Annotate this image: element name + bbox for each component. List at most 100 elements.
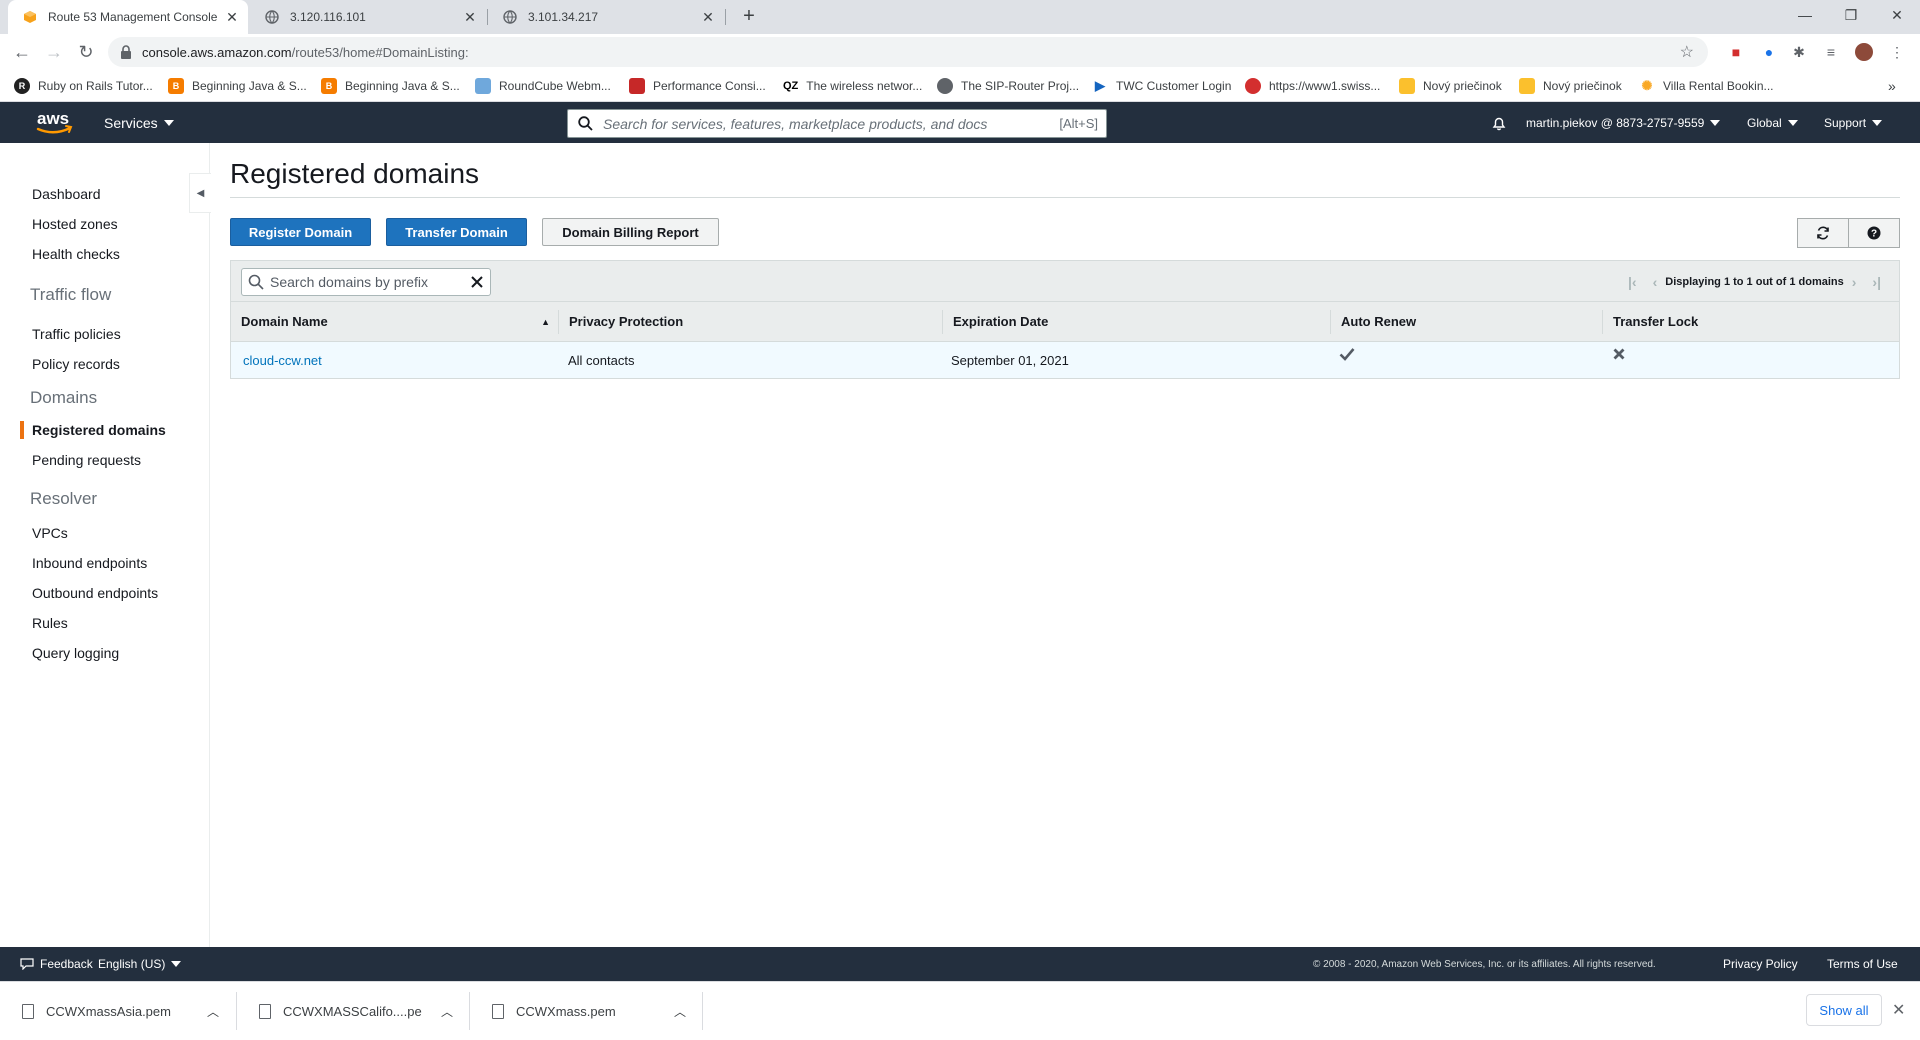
bookmark-item[interactable]: Performance Consi... (629, 70, 766, 102)
tab-ip-1[interactable]: 3.120.116.101 ✕ (250, 0, 486, 34)
minimize-icon[interactable]: — (1782, 0, 1828, 30)
sidebar-item-pending-requests[interactable]: Pending requests (32, 452, 141, 468)
close-downloads-icon[interactable]: ✕ (1892, 1000, 1905, 1020)
refresh-button[interactable] (1797, 218, 1849, 248)
account-menu[interactable]: martin.piekov @ 8873-2757-9559 (1526, 102, 1721, 143)
bookmark-item[interactable]: The SIP-Router Proj... (937, 70, 1079, 102)
extension-red-icon[interactable]: ■ (1727, 43, 1745, 61)
close-icon[interactable]: ✕ (700, 9, 716, 25)
new-tab-button[interactable]: + (738, 6, 760, 28)
bookmark-item[interactable]: QZ The wireless networ... (783, 70, 922, 102)
restore-icon[interactable]: ❐ (1828, 0, 1874, 30)
privacy-policy-link[interactable]: Privacy Policy (1723, 947, 1798, 981)
forward-arrow-icon[interactable]: → (42, 40, 66, 64)
puzzle-extensions-icon[interactable]: ✱ (1790, 43, 1808, 61)
svg-text:?: ? (1871, 229, 1877, 240)
support-label: Support (1824, 115, 1867, 130)
aws-logo[interactable]: aws (34, 107, 74, 137)
column-header-expiration-date[interactable]: Expiration Date (943, 302, 1330, 341)
transfer-domain-button[interactable]: Transfer Domain (386, 218, 527, 246)
bookmark-item[interactable]: ▶ TWC Customer Login (1092, 70, 1231, 102)
domain-search-input[interactable]: Search domains by prefix (241, 268, 491, 296)
language-selector[interactable]: English (US) (98, 947, 182, 981)
column-header-transfer-lock[interactable]: Transfer Lock (1603, 302, 1899, 341)
sidebar-item-health-checks[interactable]: Health checks (32, 246, 120, 262)
window-close-icon[interactable]: ✕ (1874, 0, 1920, 30)
download-item[interactable]: CCWXmassAsia.pem ︿ (0, 982, 235, 1040)
kebab-menu-icon[interactable]: ⋮ (1888, 43, 1906, 61)
more-bookmarks-icon[interactable]: » (1888, 70, 1896, 102)
column-header-privacy-protection[interactable]: Privacy Protection (559, 302, 942, 341)
sidebar-item-inbound-endpoints[interactable]: Inbound endpoints (32, 555, 147, 571)
domain-billing-report-button[interactable]: Domain Billing Report (542, 218, 719, 246)
close-icon[interactable]: ✕ (462, 9, 478, 25)
profile-avatar[interactable] (1855, 43, 1873, 61)
bookmark-folder[interactable]: Nový priečinok (1519, 70, 1622, 102)
last-page-icon[interactable]: ›| (1872, 274, 1881, 290)
tab-ip-2[interactable]: 3.101.34.217 ✕ (488, 0, 724, 34)
region-menu[interactable]: Global (1747, 102, 1798, 143)
help-button[interactable]: ? (1848, 218, 1900, 248)
register-domain-button[interactable]: Register Domain (230, 218, 371, 246)
show-all-downloads-button[interactable]: Show all (1806, 994, 1882, 1026)
browser-tab-strip: Route 53 Management Console ✕ 3.120.116.… (0, 0, 1920, 34)
sidebar-item-outbound-endpoints[interactable]: Outbound endpoints (32, 585, 158, 601)
sidebar-section-domains: Domains (30, 388, 98, 407)
bookmark-folder[interactable]: Nový priečinok (1399, 70, 1502, 102)
reload-icon[interactable]: ↻ (74, 40, 98, 64)
sidebar-item-dashboard[interactable]: Dashboard (32, 186, 101, 202)
account-label: martin.piekov @ 8873-2757-9559 (1526, 115, 1705, 130)
download-filename: CCWXmass.pem (516, 1003, 616, 1019)
folder-icon (1519, 78, 1535, 94)
column-header-auto-renew[interactable]: Auto Renew (1331, 302, 1602, 341)
caret-down-icon (1872, 119, 1883, 126)
tab-route53[interactable]: Route 53 Management Console ✕ (8, 0, 248, 34)
column-header-domain-name[interactable]: Domain Name ▲ (231, 302, 558, 341)
back-arrow-icon[interactable]: ← (10, 40, 34, 64)
reading-list-icon[interactable]: ≡ (1822, 43, 1840, 61)
sidebar-item-traffic-policies[interactable]: Traffic policies (32, 326, 121, 342)
globe-icon (264, 9, 280, 25)
star-icon[interactable]: ☆ (1680, 42, 1694, 62)
download-item[interactable]: CCWXmass.pem ︿ (470, 982, 702, 1040)
domain-name-link[interactable]: cloud-ccw.net (233, 342, 322, 378)
bookmark-item[interactable]: ✺ Villa Rental Bookin... (1639, 70, 1774, 102)
next-page-icon[interactable]: › (1852, 274, 1857, 290)
services-menu[interactable]: Services (104, 102, 174, 143)
chevron-up-icon[interactable]: ︿ (207, 1003, 219, 1020)
sidebar-item-policy-records[interactable]: Policy records (32, 356, 120, 372)
close-icon[interactable]: ✕ (224, 9, 240, 25)
support-menu[interactable]: Support (1824, 102, 1883, 143)
aws-search-input[interactable]: Search for services, features, marketpla… (567, 109, 1107, 138)
sidebar-section-traffic-flow: Traffic flow (30, 285, 112, 304)
collapse-sidebar-button[interactable]: ◀ (189, 173, 211, 213)
sidebar-item-hosted-zones[interactable]: Hosted zones (32, 216, 118, 232)
bookmark-label: Beginning Java & S... (192, 79, 307, 93)
bell-icon[interactable] (1491, 102, 1507, 143)
zoom-extension-icon[interactable]: ● (1760, 43, 1778, 61)
sidebar-item-registered-domains[interactable]: Registered domains (32, 422, 166, 438)
terms-of-use-link[interactable]: Terms of Use (1827, 947, 1898, 981)
address-bar[interactable]: console.aws.amazon.com/route53/home#Doma… (108, 37, 1708, 67)
bookmark-item[interactable]: B Beginning Java & S... (321, 70, 460, 102)
bookmark-item[interactable]: R Ruby on Rails Tutor... (14, 70, 153, 102)
bookmark-label: Nový priečinok (1543, 79, 1622, 93)
chevron-up-icon[interactable]: ︿ (674, 1003, 686, 1020)
table-row[interactable]: cloud-ccw.net All contacts September 01,… (230, 342, 1900, 379)
feedback-link[interactable]: Feedback (40, 957, 93, 971)
lock-icon (120, 45, 134, 59)
sidebar-item-rules[interactable]: Rules (32, 615, 68, 631)
sort-ascending-icon[interactable]: ▲ (541, 317, 550, 327)
bookmark-item[interactable]: https://www1.swiss... (1245, 70, 1380, 102)
sidebar-item-vpcs[interactable]: VPCs (32, 525, 68, 541)
clear-search-icon[interactable] (470, 275, 484, 289)
sidebar-item-query-logging[interactable]: Query logging (32, 645, 119, 661)
bookmark-item[interactable]: B Beginning Java & S... (168, 70, 307, 102)
first-page-icon[interactable]: |‹ (1628, 274, 1637, 290)
download-item[interactable]: CCWXMASSCalifo....pe ︿ (237, 982, 469, 1040)
auto-renew-check-icon (1329, 342, 1355, 378)
prev-page-icon[interactable]: ‹ (1653, 274, 1658, 290)
feedback-icon[interactable]: Feedback (20, 947, 93, 981)
bookmark-item[interactable]: RoundCube Webm... (475, 70, 611, 102)
chevron-up-icon[interactable]: ︿ (441, 1003, 453, 1020)
